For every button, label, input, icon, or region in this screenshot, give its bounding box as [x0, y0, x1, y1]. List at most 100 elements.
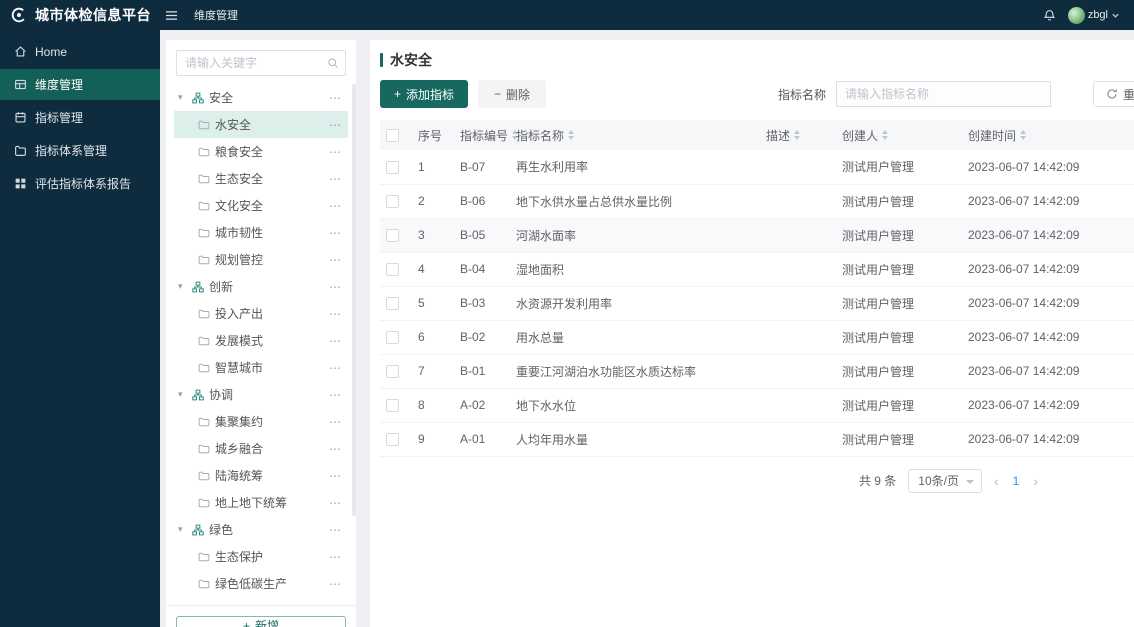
more-actions-icon[interactable]: ⋯	[329, 523, 342, 537]
tree-child-row[interactable]: 投入产出 ⋯	[174, 300, 348, 327]
row-checkbox[interactable]	[386, 331, 399, 345]
folder-icon	[198, 227, 210, 239]
row-checkbox[interactable]	[386, 433, 399, 447]
row-checkbox[interactable]	[386, 195, 399, 209]
tree-child-row[interactable]: 粮食安全 ⋯	[174, 138, 348, 165]
filter-group: 指标名称 重置	[778, 81, 1134, 107]
more-actions-icon[interactable]: ⋯	[329, 442, 342, 456]
tree-child-row[interactable]: 生态保护 ⋯	[174, 543, 348, 570]
table-row[interactable]: 1 B-07 再生水利用率 测试用户管理 2023-06-07 14:42:09	[380, 150, 1134, 185]
more-actions-icon[interactable]: ⋯	[329, 307, 342, 321]
add-new-button[interactable]: + 新增	[176, 616, 346, 627]
tree-scrollbar[interactable]	[352, 84, 356, 516]
user-menu[interactable]: zbgl	[1067, 6, 1120, 24]
sidebar-item[interactable]: Home	[0, 36, 160, 67]
cell-code: B-01	[454, 354, 510, 389]
more-actions-icon[interactable]: ⋯	[329, 550, 342, 564]
column-header[interactable]: 指标名称	[510, 120, 760, 150]
row-checkbox[interactable]	[386, 297, 399, 311]
more-actions-icon[interactable]: ⋯	[329, 91, 342, 105]
tree-child-row[interactable]: 集聚集约 ⋯	[174, 408, 348, 435]
sidebar-item[interactable]: 指标体系管理	[0, 135, 160, 166]
row-checkbox[interactable]	[386, 399, 399, 413]
more-actions-icon[interactable]: ⋯	[329, 253, 342, 267]
prev-page-icon[interactable]: ‹	[994, 474, 999, 488]
table-row[interactable]: 8 A-02 地下水水位 测试用户管理 2023-06-07 14:42:09	[380, 388, 1134, 423]
sidebar-item[interactable]: 评估指标体系报告	[0, 168, 160, 199]
row-checkbox[interactable]	[386, 263, 399, 277]
tree-child-row[interactable]: 城乡融合 ⋯	[174, 435, 348, 462]
cell-created: 2023-06-07 14:42:09	[962, 388, 1134, 423]
table-row[interactable]: 9 A-01 人均年用水量 测试用户管理 2023-06-07 14:42:09	[380, 422, 1134, 457]
tree-search-input[interactable]	[176, 50, 346, 76]
sort-icon[interactable]	[568, 130, 575, 140]
more-actions-icon[interactable]: ⋯	[329, 199, 342, 213]
expand-caret-icon[interactable]: ▾	[178, 389, 187, 400]
tree-child-row[interactable]: 陆海统筹 ⋯	[174, 462, 348, 489]
tree-parent-row[interactable]: ▾ 创新 ⋯	[174, 273, 348, 300]
more-actions-icon[interactable]: ⋯	[329, 172, 342, 186]
topnav-tab[interactable]: 维度管理	[194, 7, 238, 23]
table-row[interactable]: 6 B-02 用水总量 测试用户管理 2023-06-07 14:42:09	[380, 320, 1134, 355]
reset-button[interactable]: 重置	[1092, 81, 1134, 107]
table-row[interactable]: 5 B-03 水资源开发利用率 测试用户管理 2023-06-07 14:42:09	[380, 286, 1134, 321]
tree-parent-row[interactable]: ▾ 安全 ⋯	[174, 84, 348, 111]
next-page-icon[interactable]: ›	[1033, 474, 1038, 488]
page-number[interactable]: 1	[1011, 474, 1022, 488]
table-row[interactable]: 7 B-01 重要江河湖泊水功能区水质达标率 测试用户管理 2023-06-07 14:…	[380, 354, 1134, 389]
tree-child-row[interactable]: 发展模式 ⋯	[174, 327, 348, 354]
indicator-name-input[interactable]	[835, 81, 1051, 107]
expand-caret-icon[interactable]: ▾	[178, 524, 187, 535]
delete-button[interactable]: − 删除	[478, 80, 547, 108]
sidebar-item[interactable]: 指标管理	[0, 102, 160, 133]
more-actions-icon[interactable]: ⋯	[329, 469, 342, 483]
column-header[interactable]: 描述	[760, 120, 836, 150]
table-row[interactable]: 2 B-06 地下水供水量占总供水量比例 测试用户管理 2023-06-07 14:42…	[380, 184, 1134, 219]
tree-parent-row[interactable]: ▾ 协调 ⋯	[174, 381, 348, 408]
sort-icon[interactable]	[1020, 130, 1027, 140]
more-actions-icon[interactable]: ⋯	[329, 226, 342, 240]
cell-name: 河湖水面率	[510, 218, 760, 253]
menu-toggle-icon[interactable]	[165, 10, 178, 21]
more-actions-icon[interactable]: ⋯	[329, 577, 342, 591]
table-row[interactable]: 3 B-05 河湖水面率 测试用户管理 2023-06-07 14:42:09	[380, 218, 1134, 253]
more-actions-icon[interactable]: ⋯	[329, 280, 342, 294]
more-actions-icon[interactable]: ⋯	[329, 496, 342, 510]
column-header[interactable]: 创建人	[836, 120, 962, 150]
more-actions-icon[interactable]: ⋯	[329, 334, 342, 348]
sort-icon[interactable]	[794, 130, 801, 140]
tree-child-row[interactable]: 城市韧性 ⋯	[174, 219, 348, 246]
more-actions-icon[interactable]: ⋯	[329, 145, 342, 159]
tree-child-row[interactable]: 绿色低碳生产 ⋯	[174, 570, 348, 597]
column-header[interactable]: 指标编号	[454, 120, 519, 150]
tree-child-row[interactable]: 水安全 ⋯	[174, 111, 348, 138]
page-title-text: 水安全	[390, 52, 432, 68]
tree-parent-row[interactable]: ▾ 绿色 ⋯	[174, 516, 348, 543]
tree-child-row[interactable]: 规划管控 ⋯	[174, 246, 348, 273]
tree-child-row[interactable]: 地上地下统筹 ⋯	[174, 489, 348, 516]
more-actions-icon[interactable]: ⋯	[329, 361, 342, 375]
sort-icon[interactable]	[882, 130, 889, 140]
delete-label: 删除	[506, 87, 531, 102]
sidebar-item[interactable]: 维度管理	[0, 69, 160, 100]
row-checkbox-cell	[380, 252, 412, 287]
expand-caret-icon[interactable]: ▾	[178, 92, 187, 103]
more-actions-icon[interactable]: ⋯	[329, 118, 342, 132]
row-checkbox[interactable]	[386, 160, 399, 174]
notification-bell-icon[interactable]	[1043, 9, 1056, 22]
select-all-checkbox[interactable]	[386, 129, 399, 143]
add-indicator-button[interactable]: + 添加指标	[380, 80, 469, 108]
page-size-select[interactable]: 10条/页	[908, 468, 982, 493]
cell-created: 2023-06-07 14:42:09	[962, 252, 1134, 287]
expand-caret-icon[interactable]: ▾	[178, 281, 187, 292]
node-icon	[192, 524, 204, 536]
table-row[interactable]: 4 B-04 湿地面积 测试用户管理 2023-06-07 14:42:09	[380, 252, 1134, 287]
row-checkbox[interactable]	[386, 365, 399, 379]
tree-child-row[interactable]: 文化安全 ⋯	[174, 192, 348, 219]
tree-child-row[interactable]: 智慧城市 ⋯	[174, 354, 348, 381]
more-actions-icon[interactable]: ⋯	[329, 415, 342, 429]
column-header[interactable]: 创建时间	[962, 120, 1134, 150]
row-checkbox[interactable]	[386, 229, 399, 243]
more-actions-icon[interactable]: ⋯	[329, 388, 342, 402]
tree-child-row[interactable]: 生态安全 ⋯	[174, 165, 348, 192]
